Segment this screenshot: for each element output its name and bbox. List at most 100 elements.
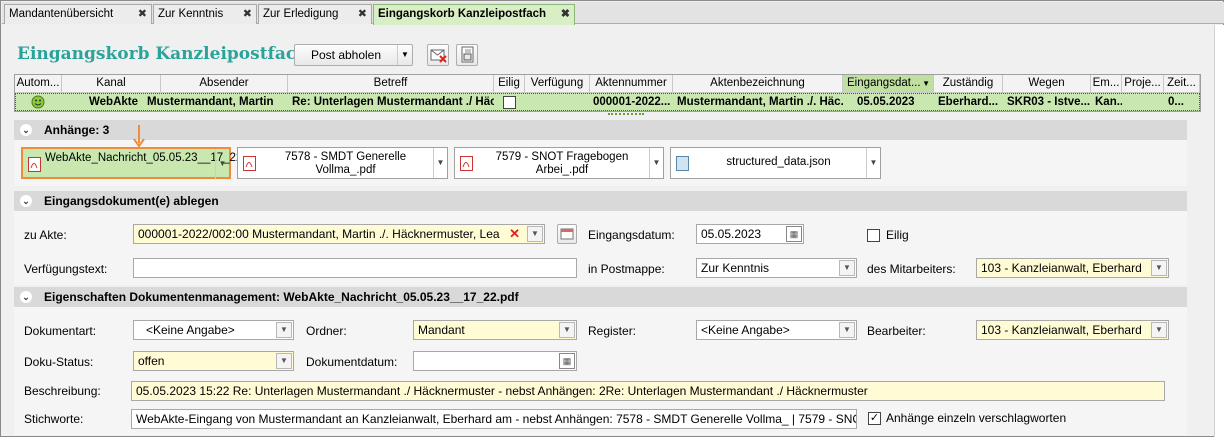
bearbeiter-value: 103 - Kanzleianwalt, Eberhard [981,323,1142,337]
calendar-icon[interactable]: ▦ [786,226,802,242]
akte-open-button[interactable] [557,224,577,244]
tab-label: Zur Erledigung [263,8,339,20]
tab-eingangskorb[interactable]: Eingangskorb Kanzleipostfach ✖ [373,4,575,25]
col-header-em[interactable]: Em... [1091,75,1122,93]
col-header-verfuegung[interactable]: Verfügung [525,75,590,93]
inbox-table[interactable]: Autom... Kanal Absender Betreff Eilig Ve… [14,74,1201,112]
beschreibung-field[interactable]: 05.05.2023 15:22 Re: Unterlagen Musterma… [131,381,1165,401]
mitarbeiter-value: 103 - Kanzleianwalt, Eberhard [981,261,1142,275]
page-title: Eingangskorb Kanzleipostfach [17,44,309,64]
register-select[interactable]: <Keine Angabe> ▼ [696,320,857,340]
dokustatus-select[interactable]: offen ▼ [133,351,294,371]
cell-aktenbezeichnung: Mustermandant, Martin ./. Häc... [677,96,843,108]
col-header-eilig[interactable]: Eilig [494,75,525,93]
attachment-item[interactable]: 7579 - SNOT Fragebogen Arbei_.pdf ▼ [454,147,664,179]
eigenschaften-section-header[interactable]: ⌄ Eigenschaften Dokumentenmanagement: Web… [14,287,1187,307]
chevron-down-icon[interactable]: ▼ [276,353,292,369]
cell-zeit: 0... [1168,96,1184,108]
chevron-down-icon[interactable]: ▼ [1151,322,1167,338]
json-file-icon [676,156,689,171]
tab-zur-erledigung[interactable]: Zur Erledigung ✖ [258,4,372,24]
chevron-down-icon[interactable]: ▼ [839,322,855,338]
col-header-projekt[interactable]: Proje... [1122,75,1164,93]
col-header-eingangsdatum[interactable]: Eingangsdat... ▼ [843,75,934,93]
dokustatus-value: offen [138,354,165,368]
mail-delete-button[interactable] [427,44,449,66]
calendar-icon[interactable]: ▦ [559,353,575,369]
tab-label: Eingangskorb Kanzleipostfach [378,8,547,20]
attachment-item[interactable]: 7578 - SMDT Generelle Vollma_.pdf ▼ [237,147,448,179]
tab-mandantenuebersicht[interactable]: Mandantenübersicht ✖ [4,4,152,24]
col-header-autom[interactable]: Autom... [15,75,62,93]
chevron-down-icon[interactable]: ⌄ [20,195,32,207]
close-icon[interactable]: ✖ [561,5,570,24]
eingangsdatum-value: 05.05.2023 [701,227,762,241]
tab-label: Mandantenübersicht [9,8,114,20]
cell-absender: Mustermandant, Martin [147,96,274,108]
chevron-down-icon[interactable]: ▼ [527,226,543,242]
postmappe-value: Zur Kenntnis [701,261,770,275]
chevron-down-icon[interactable]: ▼ [649,148,663,178]
dokumentart-select[interactable]: <Keine Angabe> ▼ [133,320,294,340]
zu-akte-value: 000001-2022/002:00 Mustermandant, Martin… [138,227,500,241]
window-frame: Mandantenübersicht ✖ Zur Kenntnis ✖ Zur Er… [0,0,1224,437]
chevron-down-icon[interactable]: ▼ [397,45,412,65]
col-header-absender[interactable]: Absender [161,75,288,93]
tab-zur-kenntnis[interactable]: Zur Kenntnis ✖ [153,4,257,24]
bearbeiter-select[interactable]: 103 - Kanzleianwalt, Eberhard ▼ [976,320,1169,340]
attachment-label: structured_data.json [726,156,831,168]
eilig-checkbox[interactable] [867,229,880,242]
eingangsdatum-field[interactable]: 05.05.2023 ▦ [696,224,804,244]
ordner-value: Mandant [418,323,465,337]
chevron-down-icon[interactable]: ▼ [215,149,229,179]
chevron-down-icon[interactable]: ⌄ [20,291,32,303]
arrow-down-icon [133,125,145,148]
col-header-kanal[interactable]: Kanal [62,75,161,93]
splitter-grip[interactable] [608,113,644,116]
close-icon[interactable]: ✖ [138,5,147,24]
col-header-wegen[interactable]: Wegen [1003,75,1091,93]
clear-icon[interactable]: ✕ [509,225,520,243]
anhaenge-verschlagworten-checkbox[interactable]: ✓ [868,412,881,425]
eilig-checkbox[interactable] [503,96,516,109]
close-icon[interactable]: ✖ [358,5,367,24]
cell-betreff: Re: Unterlagen Mustermandant ./ Häc... [292,96,494,108]
zu-akte-field[interactable]: 000001-2022/002:00 Mustermandant, Martin… [133,224,545,244]
dokumentdatum-field[interactable]: ▦ [413,351,577,371]
chevron-down-icon[interactable]: ▼ [866,148,880,178]
tab-label: Zur Kenntnis [158,8,224,20]
chevron-down-icon[interactable]: ▼ [1151,260,1167,276]
col-header-aktenbezeichnung[interactable]: Aktenbezeichnung [673,75,843,93]
ablegen-header-label: Eingangsdokument(e) ablegen [44,194,219,208]
right-scroll-edge [1214,25,1224,437]
verfuegungstext-label: Verfügungstext: [24,262,108,276]
ablegen-section-header[interactable]: ⌄ Eingangsdokument(e) ablegen [14,191,1187,211]
chevron-down-icon[interactable]: ▼ [559,322,575,338]
document-export-button[interactable] [456,44,478,66]
postmappe-select[interactable]: Zur Kenntnis ▼ [696,258,857,278]
mitarbeiter-select[interactable]: 103 - Kanzleianwalt, Eberhard ▼ [976,258,1169,278]
tab-bar: Mandantenübersicht ✖ Zur Kenntnis ✖ Zur Er… [2,2,1224,25]
col-header-aktennummer[interactable]: Aktennummer [590,75,673,93]
col-header-zeit[interactable]: Zeit... [1164,75,1200,93]
verfuegungstext-field[interactable] [133,258,577,278]
bearbeiter-label: Bearbeiter: [867,324,926,338]
anhaenge-verschlagworten-label: Anhänge einzeln verschlagworten [886,411,1067,425]
pdf-icon [460,156,473,171]
attachment-label: 7578 - SMDT Generelle Vollma_.pdf [284,151,407,176]
stichworte-field[interactable]: WebAkte-Eingang von Mustermandant an Kan… [131,409,857,429]
col-header-betreff[interactable]: Betreff [288,75,494,93]
chevron-down-icon[interactable]: ⌄ [20,124,32,136]
attachment-item[interactable]: WebAkte_Nachricht_05.05.23__17_22.pdf ▼ [21,147,262,179]
ordner-select[interactable]: Mandant ▼ [413,320,577,340]
chevron-down-icon[interactable]: ▼ [839,260,855,276]
post-abholen-button[interactable]: Post abholen ▼ [294,44,413,66]
attachment-item[interactable]: structured_data.json ▼ [670,147,881,179]
zu-akte-label: zu Akte: [24,228,67,242]
anhaenge-section-header[interactable]: ⌄ Anhänge: 3 [14,120,1187,140]
chevron-down-icon[interactable]: ▼ [276,322,292,338]
cell-aktennummer: 000001-2022... [593,96,671,108]
close-icon[interactable]: ✖ [243,5,252,24]
chevron-down-icon[interactable]: ▼ [433,148,447,178]
col-header-zustaendig[interactable]: Zuständig [934,75,1003,93]
